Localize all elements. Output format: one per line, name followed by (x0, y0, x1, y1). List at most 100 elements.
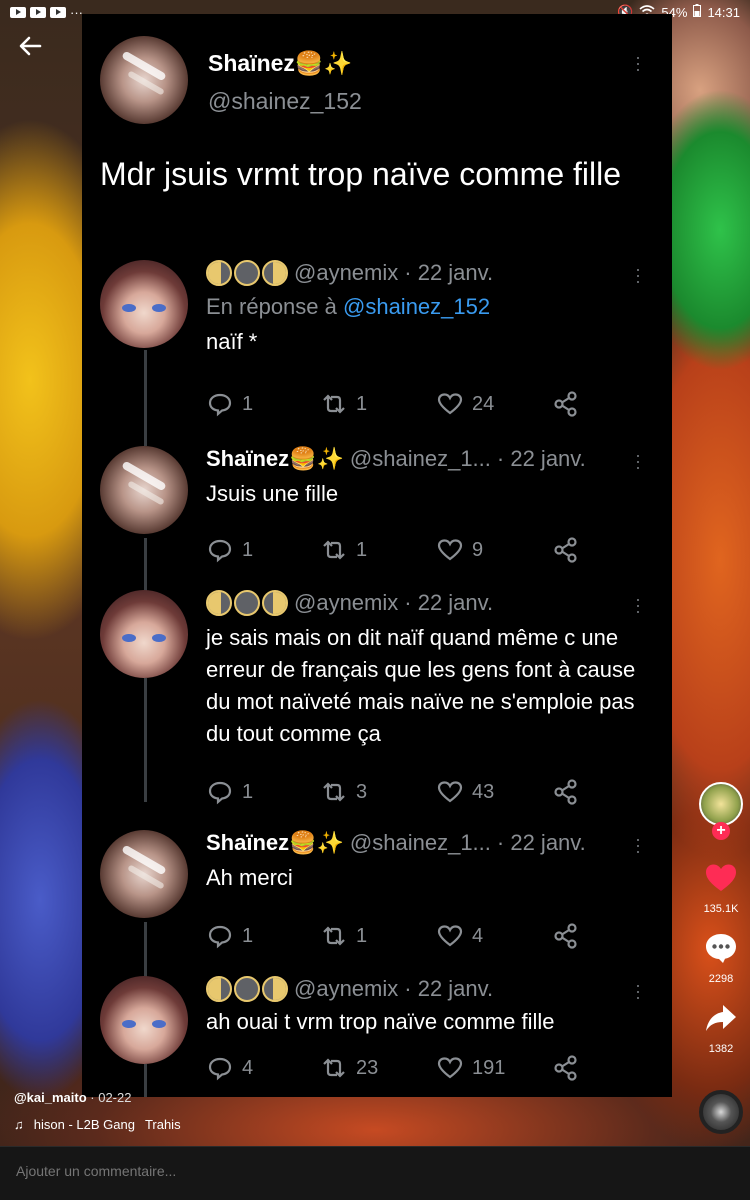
avatar (100, 830, 188, 918)
reply-header: @aynemix · 22 janv. (206, 260, 493, 286)
heart-icon (706, 864, 736, 891)
comment-input[interactable] (16, 1163, 716, 1179)
heart-icon (437, 539, 463, 561)
more-options-icon[interactable]: · · · (634, 830, 642, 860)
heart-icon (437, 393, 463, 415)
reply-date: · 22 janv. (404, 260, 494, 285)
avatar (100, 36, 188, 124)
comments-button[interactable]: 2298 (695, 930, 747, 985)
reply-handle: @aynemix (294, 976, 399, 1001)
post-date: · 02-22 (90, 1090, 132, 1105)
avatar (100, 976, 188, 1064)
action-bar: 4 23 191 (206, 1054, 586, 1084)
reply-date: · 22 janv. (496, 446, 586, 471)
retweet-icon (323, 1058, 345, 1078)
reply-button[interactable]: 1 (206, 390, 253, 418)
reply-text: ah ouai t vrm trop naïve comme fille (206, 1009, 555, 1034)
retweet-count: 1 (356, 538, 368, 561)
retweet-button[interactable]: 1 (320, 536, 367, 564)
back-arrow-icon[interactable] (16, 32, 44, 60)
reply-header: Shaïnez🍔✨ @shainez_1... · 22 janv. (206, 830, 586, 856)
reply-text: Ah merci (206, 865, 293, 890)
retweet-icon (323, 394, 345, 414)
like-button[interactable]: 24 (436, 390, 494, 418)
reply-to: En réponse à @shainez_152 (206, 294, 490, 320)
reply-button[interactable]: 1 (206, 922, 253, 950)
share-button[interactable] (552, 1054, 580, 1082)
retweet-button[interactable]: 3 (320, 778, 367, 806)
tweet-text: Mdr jsuis vrmt trop naïve comme fille (100, 156, 622, 192)
retweet-count: 1 (356, 924, 368, 947)
like-button[interactable]: 4 (436, 922, 483, 950)
like-button[interactable]: 9 (436, 536, 483, 564)
like-count: 135.1K (703, 903, 739, 915)
thread-line (144, 350, 147, 446)
share-button[interactable] (552, 390, 580, 418)
comment-icon (208, 781, 232, 805)
reply-count: 1 (242, 924, 254, 947)
reply-header: Shaïnez🍔✨ @shainez_1... · 22 janv. (206, 446, 586, 472)
reply-count: 4 (242, 1056, 254, 1079)
like-button[interactable]: 191 (436, 1054, 505, 1082)
avatar (100, 590, 188, 678)
reply-date: · 22 janv. (404, 976, 494, 1001)
comment-bar (0, 1146, 750, 1200)
reply-header: @aynemix · 22 janv. (206, 590, 493, 616)
reply-to-label: En réponse à (206, 294, 337, 319)
like-count: 43 (472, 780, 495, 803)
music-info[interactable]: ♫ hison - L2B Gang Trahis (14, 1117, 181, 1132)
action-bar: 1 1 4 (206, 922, 586, 952)
thread-line (144, 1064, 147, 1097)
comment-count: 2298 (708, 973, 734, 985)
reply-header: @aynemix · 22 janv. (206, 976, 493, 1002)
more-options-icon[interactable]: · · · (634, 260, 642, 290)
avatar (100, 446, 188, 534)
video-caption: @kai_maito · 02-22 (14, 1090, 131, 1105)
reply-handle: @aynemix (294, 260, 399, 285)
like-button[interactable]: 43 (436, 778, 494, 806)
more-options-icon[interactable]: · · · (634, 48, 642, 78)
like-video-button[interactable]: 135.1K (695, 860, 747, 915)
action-bar: 1 1 24 (206, 390, 586, 420)
more-options-icon[interactable]: · · · (634, 446, 642, 476)
share-button[interactable] (552, 778, 580, 806)
music-artist: hison - L2B Gang (33, 1117, 135, 1132)
action-bar: 1 1 9 (206, 536, 586, 566)
creator-avatar[interactable] (699, 782, 743, 826)
share-video-button[interactable]: 1382 (695, 1000, 747, 1055)
share-button[interactable] (552, 536, 580, 564)
more-options-icon[interactable]: · · · (634, 590, 642, 620)
retweet-icon (323, 926, 345, 946)
reply-count: 1 (242, 780, 254, 803)
comment-icon (208, 393, 232, 417)
clock: 14:31 (707, 4, 740, 20)
music-disc-icon[interactable] (699, 1090, 743, 1134)
retweet-count: 1 (356, 392, 368, 415)
comment-icon (208, 539, 232, 563)
reply-button[interactable]: 1 (206, 778, 253, 806)
avatar (100, 260, 188, 348)
like-count: 191 (472, 1056, 506, 1079)
username-link[interactable]: @kai_maito (14, 1090, 87, 1105)
more-options-icon[interactable]: · · · (634, 976, 642, 1006)
share-icon (554, 923, 577, 949)
share-button[interactable] (552, 922, 580, 950)
reply-text: Jsuis une fille (206, 481, 339, 506)
retweet-button[interactable]: 1 (320, 390, 367, 418)
music-title: Trahis (144, 1117, 181, 1132)
reply-button[interactable]: 4 (206, 1054, 253, 1082)
thread-line (144, 538, 147, 594)
follow-plus-icon[interactable]: + (712, 822, 730, 840)
share-icon (554, 1055, 577, 1081)
retweet-button[interactable]: 1 (320, 922, 367, 950)
comment-icon (208, 1057, 232, 1081)
share-arrow-icon (706, 1005, 736, 1031)
reply-button[interactable]: 1 (206, 536, 253, 564)
share-icon (554, 391, 577, 417)
moon-phases-icon (206, 976, 288, 1002)
comment-icon (208, 925, 232, 949)
heart-icon (437, 781, 463, 803)
retweet-button[interactable]: 23 (320, 1054, 378, 1082)
reply-to-handle-link[interactable]: @shainez_152 (343, 294, 490, 319)
author-name: Shaïnez🍔✨ (208, 50, 353, 76)
